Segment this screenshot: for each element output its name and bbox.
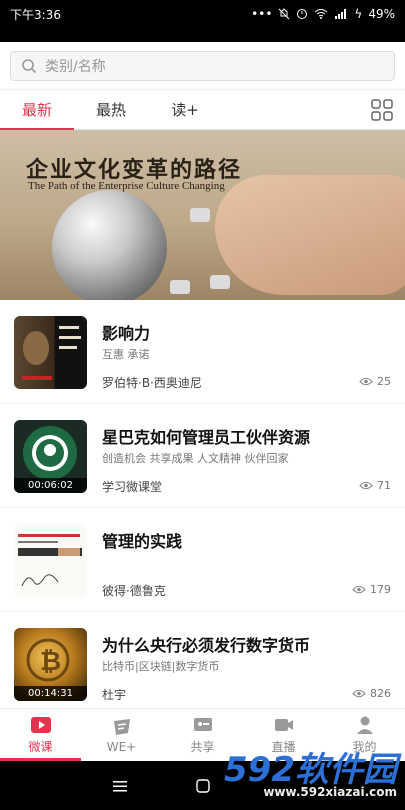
list-item[interactable]: 管理的实践 彼得·德鲁克 179 xyxy=(0,508,405,612)
course-tags: 创造机会 共享成果 人文精神 伙伴回家 xyxy=(102,452,289,465)
course-author: 学习微课堂 xyxy=(102,480,163,494)
puzzle-piece-image xyxy=(210,275,230,289)
list-item[interactable]: 00:06:02 星巴克如何管理员工伙伴资源 创造机会 共享成果 人文精神 伙伴… xyxy=(0,404,405,508)
battery-level: 49% xyxy=(368,7,395,21)
list-item[interactable]: ₿ 00:14:31 为什么央行必须发行数字货币 比特币|区块链|数字货币 杜宇… xyxy=(0,612,405,716)
charging-icon: ϟ xyxy=(354,7,363,21)
user-icon xyxy=(356,716,373,734)
category-tabs: 最新 最热 读+ xyxy=(0,90,405,131)
course-title: 影响力 xyxy=(102,324,151,343)
eye-icon xyxy=(359,377,373,386)
grid-view-icon[interactable] xyxy=(371,99,393,121)
mute-icon xyxy=(279,8,290,20)
video-duration: 00:06:02 xyxy=(14,478,87,493)
eye-icon xyxy=(359,481,373,490)
tab-read-plus[interactable]: 读+ xyxy=(148,90,222,130)
view-count: 826 xyxy=(352,687,391,700)
banner-subtitle: The Path of the Enterprise Culture Chang… xyxy=(28,180,225,192)
course-thumbnail xyxy=(14,524,87,597)
course-author: 杜宇 xyxy=(102,688,127,702)
tab-hottest[interactable]: 最热 xyxy=(74,90,148,130)
puzzle-piece-image xyxy=(190,208,210,222)
course-thumbnail: ₿ 00:14:31 xyxy=(14,628,87,701)
nav-weike[interactable]: 微课 xyxy=(0,709,81,761)
search-input[interactable]: 类别/名称 xyxy=(10,51,395,81)
course-tags: 比特币|区块链|数字货币 xyxy=(102,660,220,673)
signal-dots-icon: ••• xyxy=(251,7,273,21)
book-cover-image xyxy=(22,322,84,380)
course-list: 影响力 互惠 承诺 罗伯特·B·西奥迪尼 25 00:06:02 星巴克如何管理… xyxy=(0,300,405,716)
status-bar: 下午3:36 ••• ϟ 49% xyxy=(0,0,405,28)
wifi-icon xyxy=(315,9,328,19)
site-watermark: 592软件园 www.592xiazai.com xyxy=(224,750,397,799)
course-tags: 互惠 承诺 xyxy=(102,348,150,361)
eye-icon xyxy=(352,585,366,594)
banner-carousel[interactable]: 企业文化变革的路径 The Path of the Enterprise Cul… xyxy=(0,130,405,300)
share-icon xyxy=(193,718,212,731)
course-thumbnail: 00:06:02 xyxy=(14,420,87,493)
course-title: 为什么央行必须发行数字货币 xyxy=(102,636,311,655)
view-count: 25 xyxy=(359,375,391,388)
nav-we-plus[interactable]: WE+ xyxy=(81,709,162,761)
video-icon xyxy=(274,719,293,731)
cell-signal-icon xyxy=(335,9,347,19)
view-count: 71 xyxy=(359,479,391,492)
hand-image xyxy=(215,175,405,295)
search-bar: 类别/名称 xyxy=(0,42,405,90)
view-count: 179 xyxy=(352,583,391,596)
search-icon xyxy=(22,59,37,74)
puzzle-globe-image xyxy=(52,190,167,300)
course-author: 彼得·德鲁克 xyxy=(102,584,166,598)
eye-icon xyxy=(352,689,366,698)
course-title: 星巴克如何管理员工伙伴资源 xyxy=(102,428,311,447)
video-duration: 00:14:31 xyxy=(14,686,87,701)
book-cover-image xyxy=(18,534,82,587)
svg-text:₿: ₿ xyxy=(40,647,61,677)
course-title: 管理的实践 xyxy=(102,532,183,551)
status-time: 下午3:36 xyxy=(10,7,61,22)
menu-icon[interactable] xyxy=(113,780,127,792)
tab-latest[interactable]: 最新 xyxy=(0,90,74,131)
play-icon xyxy=(30,717,51,733)
home-icon[interactable] xyxy=(196,779,210,793)
course-author: 罗伯特·B·西奥迪尼 xyxy=(102,376,202,390)
search-placeholder: 类别/名称 xyxy=(45,59,106,75)
course-thumbnail xyxy=(14,316,87,389)
puzzle-piece-image xyxy=(170,280,190,294)
alarm-icon xyxy=(297,9,308,19)
we-icon xyxy=(113,718,130,735)
list-item[interactable]: 影响力 互惠 承诺 罗伯特·B·西奥迪尼 25 xyxy=(0,300,405,404)
